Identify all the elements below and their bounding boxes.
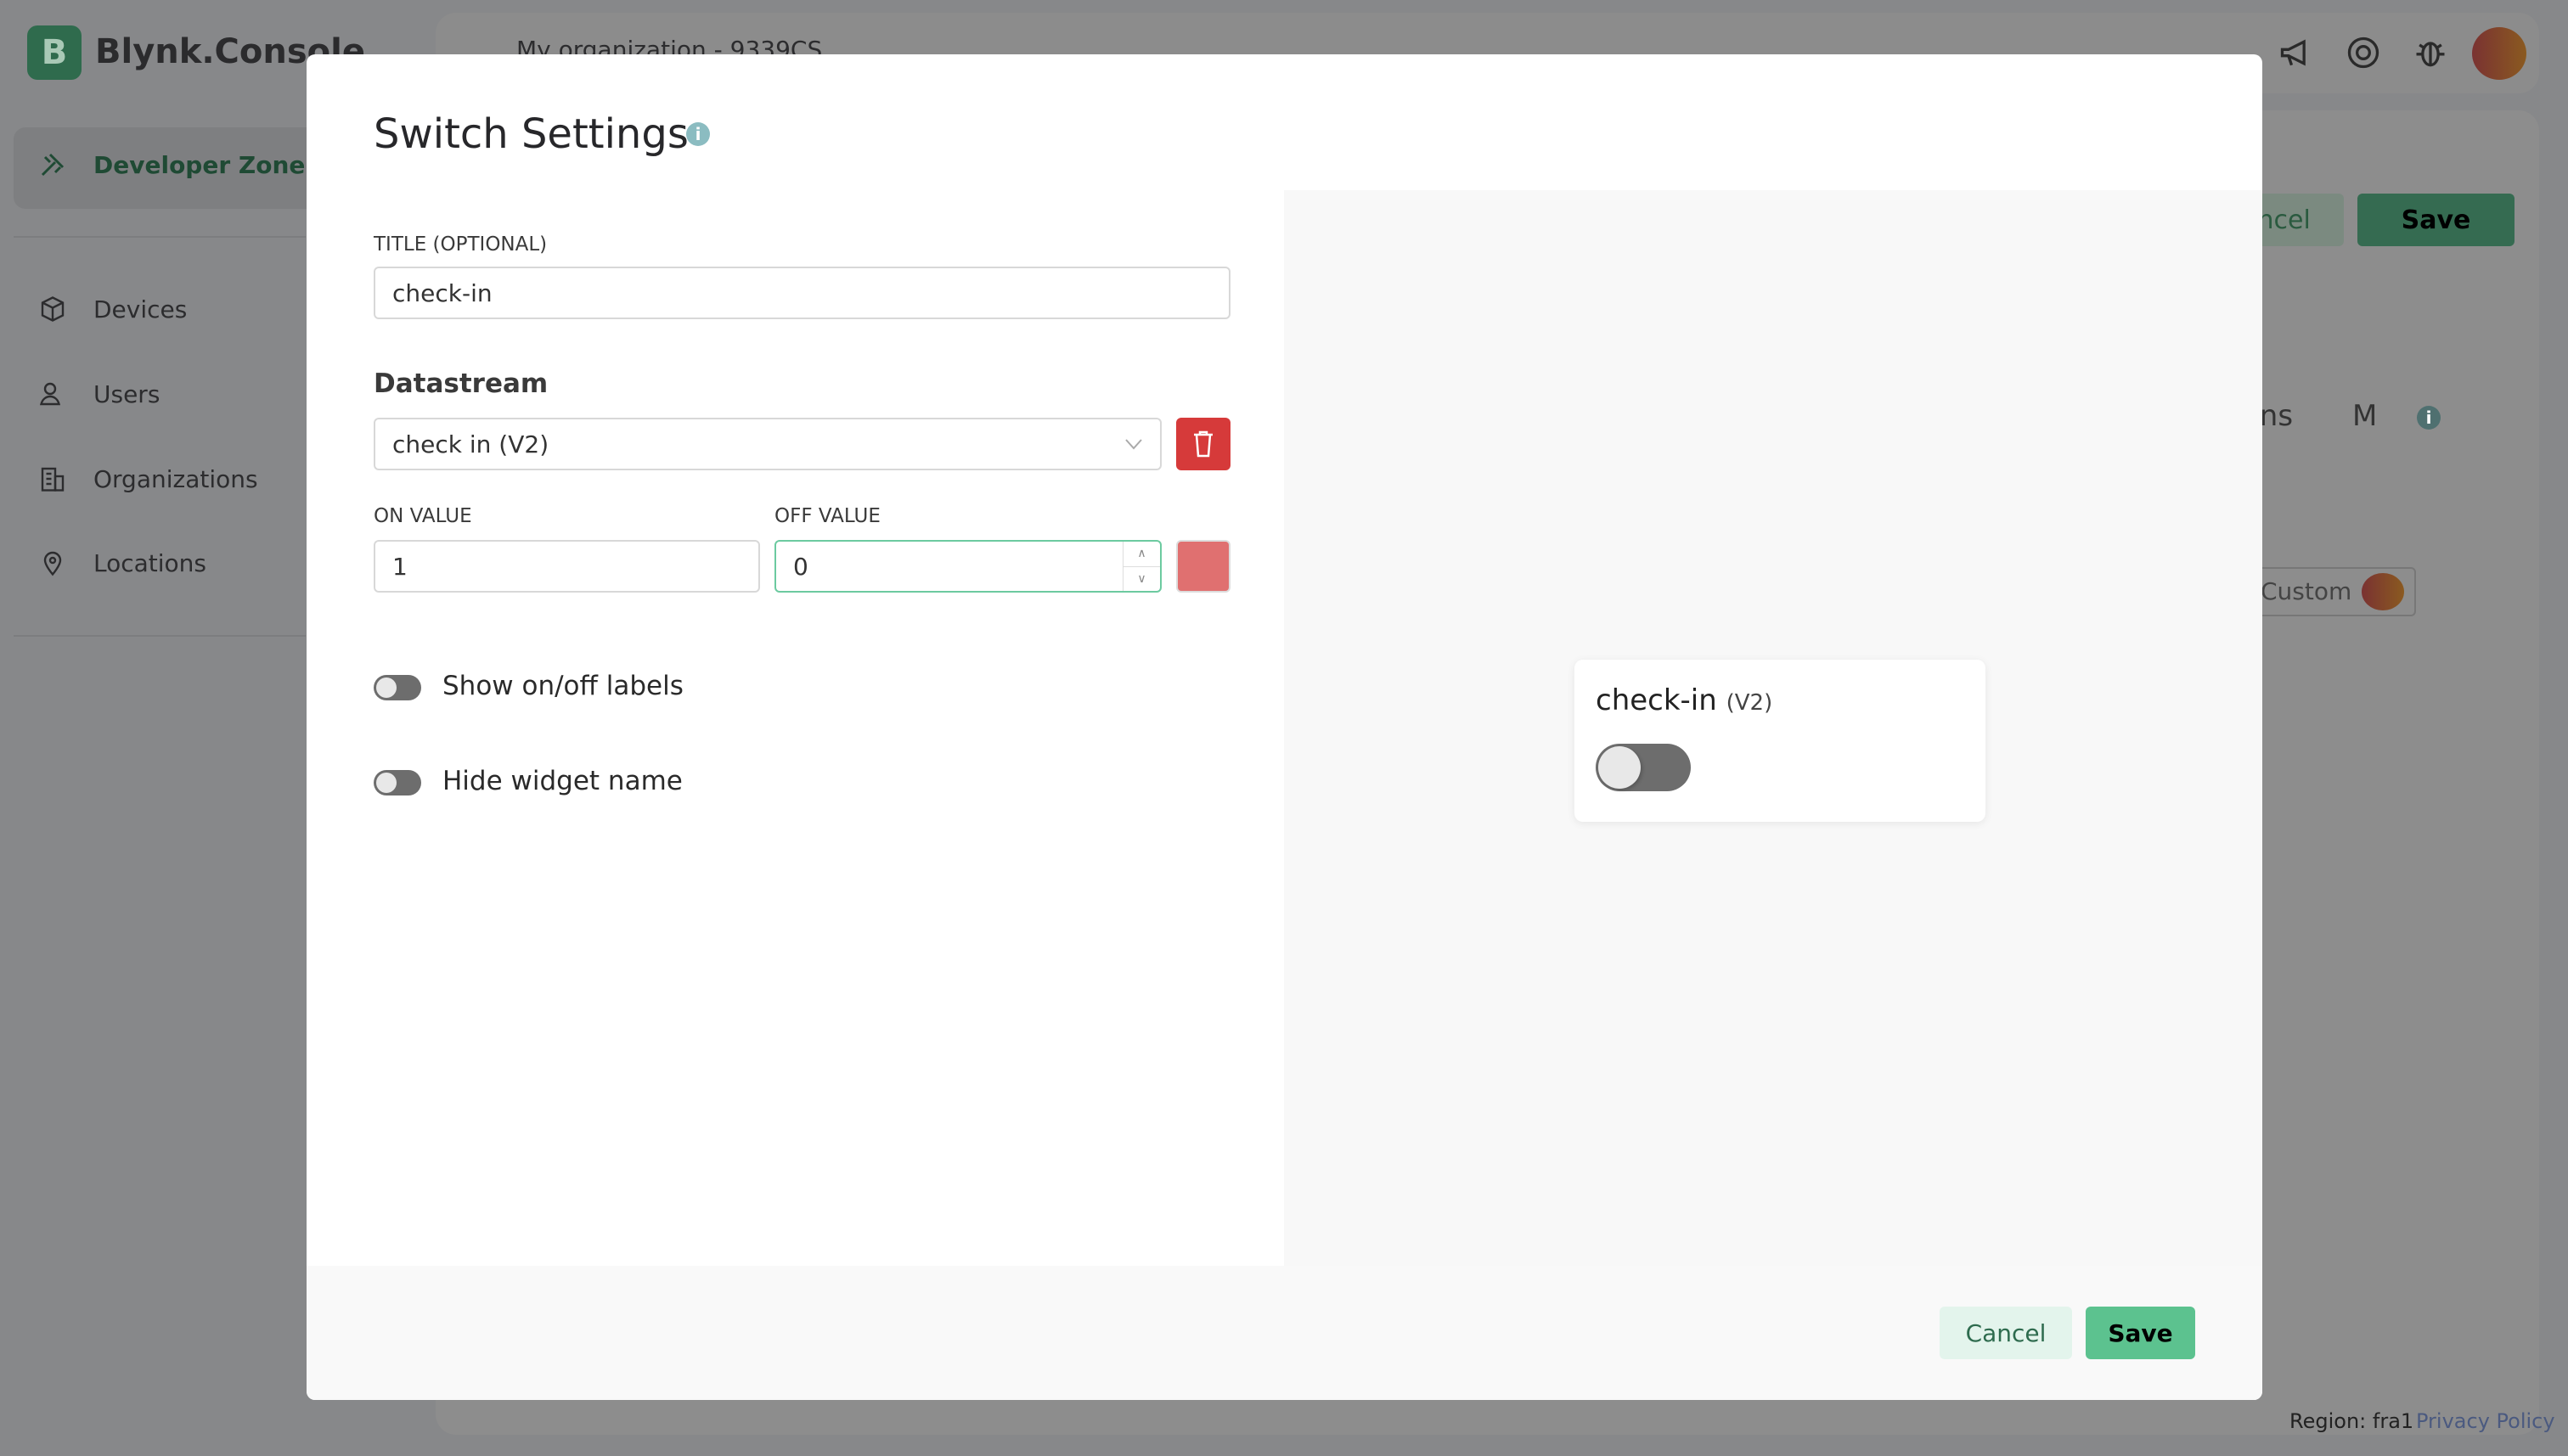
divider	[14, 635, 306, 637]
off-value-text: 0	[793, 552, 808, 581]
bg-custom-label: Custom	[2261, 577, 2352, 605]
sidebar-item-developer-zone[interactable]: Developer Zone	[37, 149, 305, 180]
title-input[interactable]: check-in	[374, 267, 1230, 319]
on-value-label: ON VALUE	[374, 505, 472, 527]
user-avatar[interactable]	[2472, 27, 2526, 80]
help-lifebuoy-icon[interactable]	[2345, 34, 2382, 71]
building-icon	[41, 467, 65, 492]
title-label: TITLE (OPTIONAL)	[374, 233, 548, 256]
datastream-value: check in (V2)	[392, 430, 549, 458]
sidebar-item-label: Locations	[93, 548, 207, 577]
megaphone-icon[interactable]	[2278, 34, 2315, 71]
show-labels-label: Show on/off labels	[442, 671, 684, 701]
widget-pin: (V2)	[1726, 690, 1773, 716]
widget-switch[interactable]	[1596, 744, 1691, 791]
region-label: Region: fra1	[2289, 1409, 2414, 1433]
sidebar-item-label: Organizations	[93, 464, 258, 493]
widget-title: check-in	[1596, 683, 1717, 717]
cancel-button[interactable]: Cancel	[1940, 1307, 2072, 1359]
divider	[14, 236, 306, 238]
logo: B	[27, 25, 82, 80]
tools-icon	[41, 153, 65, 177]
sidebar-item-label: Devices	[93, 295, 188, 323]
cube-icon	[41, 296, 65, 322]
info-icon[interactable]: i	[686, 122, 710, 146]
datastream-heading: Datastream	[374, 368, 549, 399]
bug-icon[interactable]	[2412, 34, 2449, 71]
sidebar-item-label: Users	[93, 379, 160, 408]
delete-datastream-button[interactable]	[1176, 418, 1230, 470]
switch-settings-modal: Switch Settings i TITLE (OPTIONAL) check…	[307, 54, 2262, 1400]
show-labels-toggle[interactable]	[374, 675, 421, 700]
lock-icon	[2362, 573, 2404, 610]
sidebar-item-label: Developer Zone	[93, 150, 306, 179]
datastream-select[interactable]: check in (V2)	[374, 418, 1162, 470]
color-picker-swatch[interactable]	[1176, 540, 1230, 593]
hide-widget-name-label: Hide widget name	[442, 766, 683, 796]
privacy-policy-link[interactable]: Privacy Policy	[2416, 1409, 2555, 1433]
info-icon: i	[2417, 406, 2441, 430]
on-value-input[interactable]: 1	[374, 540, 760, 593]
bg-tab-m: M	[2352, 399, 2378, 433]
trash-icon	[1194, 430, 1213, 458]
sidebar-item-organizations[interactable]: Organizations	[37, 464, 258, 494]
modal-title: Switch Settings	[374, 110, 689, 158]
sidebar-item-devices[interactable]: Devices	[37, 294, 187, 324]
pin-icon	[43, 551, 62, 576]
sidebar-item-locations[interactable]: Locations	[37, 548, 206, 578]
number-stepper[interactable]: ∧ ∨	[1123, 542, 1160, 591]
off-value-label: OFF VALUE	[774, 505, 881, 527]
off-value-input[interactable]: 0 ∧ ∨	[774, 540, 1162, 593]
hide-widget-name-toggle[interactable]	[374, 770, 421, 795]
save-button[interactable]: Save	[2086, 1307, 2195, 1359]
widget-preview-card: check-in (V2)	[1574, 660, 1985, 822]
sidebar-item-users[interactable]: Users	[37, 379, 160, 409]
bg-save-button: Save	[2357, 194, 2514, 246]
chevron-down-icon	[1125, 439, 1142, 450]
users-icon	[39, 382, 61, 406]
